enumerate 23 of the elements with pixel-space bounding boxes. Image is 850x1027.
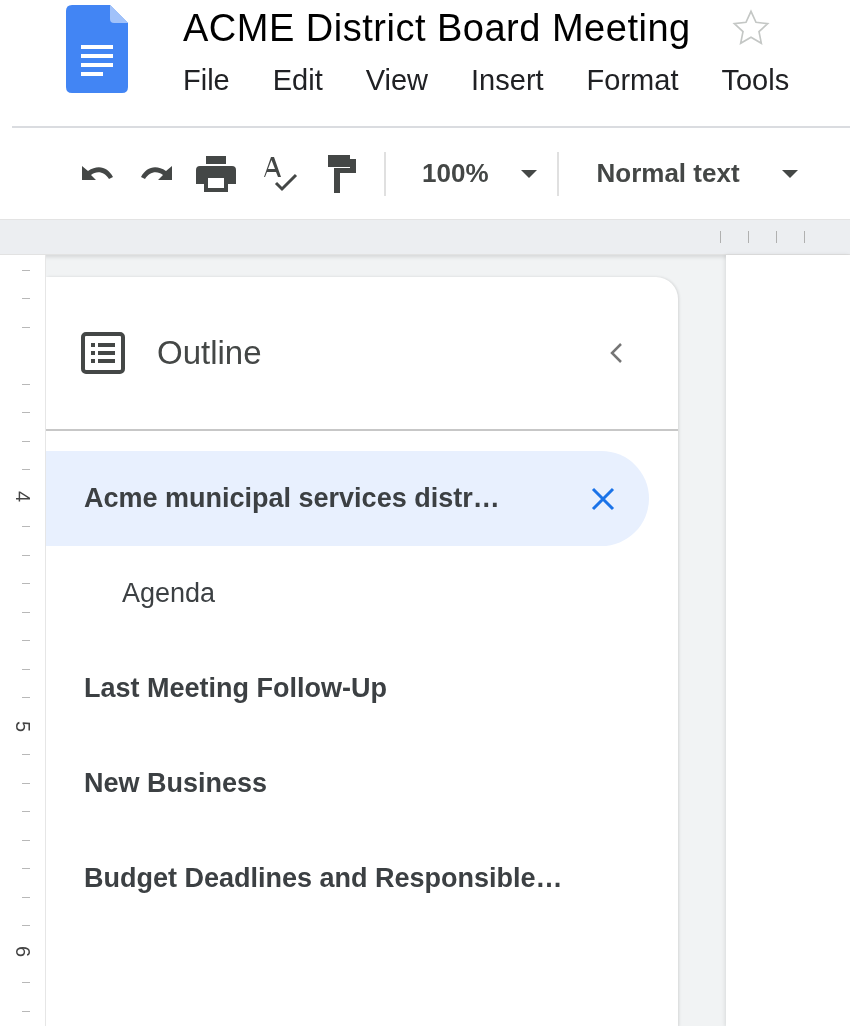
document-logo-icon[interactable] — [66, 5, 128, 93]
outline-item[interactable]: Budget Deadlines and Responsible… — [46, 831, 649, 926]
menu-item[interactable]: Format — [586, 64, 679, 97]
close-icon[interactable] — [591, 486, 615, 511]
menu-item[interactable]: Edit — [272, 64, 323, 97]
outline-icon — [81, 332, 125, 374]
outline-item[interactable]: Agenda — [46, 546, 649, 641]
print-icon[interactable] — [196, 155, 236, 192]
document-title[interactable]: ACME District Board Meeting — [183, 6, 691, 50]
paint-format-icon[interactable] — [326, 154, 358, 193]
caret-icon — [781, 169, 798, 178]
menu-item[interactable]: View — [365, 64, 429, 97]
outline-item[interactable]: Last Meeting Follow-Up — [46, 641, 649, 736]
outline-item[interactable]: New Business — [46, 736, 649, 831]
menu-item[interactable]: File — [183, 64, 230, 97]
collapse-chevron-icon[interactable] — [609, 342, 623, 364]
zoom-dropdown[interactable]: 100% — [422, 158, 537, 189]
menu-item[interactable]: Insert — [471, 64, 544, 97]
outline-item[interactable]: Acme municipal services distr… — [46, 451, 649, 546]
outline-title: Outline — [157, 334, 263, 372]
style-dropdown[interactable]: Normal text — [596, 158, 798, 189]
menu-item[interactable]: Tools — [721, 64, 790, 97]
caret-icon — [520, 169, 537, 178]
